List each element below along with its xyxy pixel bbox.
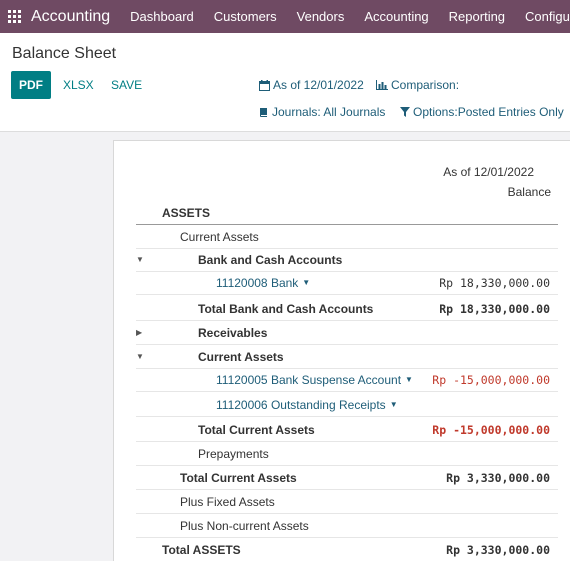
row-amount: Rp 3,330,000.00 [446,470,550,485]
comparison-filter[interactable]: Comparison: [376,78,459,92]
row-amount: Rp -15,000,000.00 [432,422,550,437]
report-row-total-assets: Total ASSETS Rp 3,330,000.00 [136,538,558,561]
row-amount: Rp 18,330,000.00 [439,301,550,316]
account-link[interactable]: 11120008 Bank ▼ [216,276,310,290]
row-label: Plus Non-current Assets [180,518,309,533]
date-filter-label: As of 12/01/2022 [273,78,364,92]
nav-configuration[interactable]: Configuration [515,9,570,24]
balance-column-header: Balance [507,185,551,199]
nav-vendors[interactable]: Vendors [287,9,355,24]
row-label: 11120008 Bank [216,275,299,290]
caret-right-icon[interactable]: ▶ [136,328,142,337]
report-row-account-suspense[interactable]: 11120005 Bank Suspense Account ▼ Rp -15,… [136,368,558,392]
filter-icon [400,107,410,117]
app-title[interactable]: Accounting [31,8,110,26]
row-label: Receivables [198,325,268,340]
options-filter[interactable]: Options:Posted Entries Only [400,105,564,119]
report-row-receivables[interactable]: ▶ Receivables [136,321,558,345]
account-link[interactable]: 11120005 Bank Suspense Account ▼ [216,373,413,387]
book-icon [260,107,267,117]
report-date-header: As of 12/01/2022 [443,165,534,179]
row-label: Current Assets [198,349,284,364]
row-label: Total Current Assets [180,470,297,485]
row-amount: Rp 18,330,000.00 [439,275,550,290]
journals-filter-label: Journals: All Journals [272,105,386,119]
pdf-button[interactable]: PDF [11,71,51,99]
report-row-bank-cash[interactable]: ▼ Bank and Cash Accounts [136,248,558,272]
row-label: Total ASSETS [162,543,241,557]
nav-dashboard[interactable]: Dashboard [120,9,204,24]
row-amount: Rp -15,000,000.00 [432,372,550,387]
top-navbar: Accounting Dashboard Customers Vendors A… [0,0,570,33]
nav-accounting[interactable]: Accounting [354,9,438,24]
row-label: Total Current Assets [198,422,315,437]
nav-reporting[interactable]: Reporting [439,9,515,24]
row-label: Prepayments [198,446,269,461]
row-amount: Rp 3,330,000.00 [446,543,550,557]
caret-down-icon[interactable]: ▼ [136,352,144,361]
report-row-total-current-assets-sub: Total Current Assets Rp -15,000,000.00 [136,418,558,442]
row-label: Current Assets [180,229,259,244]
caret-down-icon[interactable]: ▼ [390,400,398,409]
report-row-assets: ASSETS [136,201,558,225]
bar-chart-icon [376,80,388,90]
balance-sheet-report: As of 12/01/2022 Balance ASSETS Current … [113,140,570,561]
report-row-total-bank-cash: Total Bank and Cash Accounts Rp 18,330,0… [136,297,558,321]
report-row-account-bank[interactable]: 11120008 Bank ▼ Rp 18,330,000.00 [136,271,558,295]
comparison-filter-label: Comparison: [391,78,460,92]
row-label: ASSETS [162,205,211,220]
row-label: Total Bank and Cash Accounts [198,301,374,316]
date-filter[interactable]: As of 12/01/2022 [259,78,364,92]
control-panel: Balance Sheet PDF XLSX SAVE As of 12/01/… [0,33,570,132]
report-row-total-current-assets: Total Current Assets Rp 3,330,000.00 [136,466,558,490]
caret-down-icon[interactable]: ▼ [405,375,413,384]
row-label: Plus Fixed Assets [180,494,275,509]
nav-customers[interactable]: Customers [204,9,287,24]
xlsx-button[interactable]: XLSX [63,71,94,99]
caret-down-icon[interactable]: ▼ [302,278,310,287]
report-row-fixed-assets: Plus Fixed Assets [136,490,558,514]
row-label: 11120005 Bank Suspense Account [216,372,402,387]
report-row-account-outstanding[interactable]: 11120006 Outstanding Receipts ▼ [136,393,558,417]
caret-down-icon[interactable]: ▼ [136,255,144,264]
row-label: Bank and Cash Accounts [198,252,343,267]
page-title: Balance Sheet [12,45,117,62]
save-button[interactable]: SAVE [111,71,142,99]
options-filter-label: Options:Posted Entries Only [413,105,564,119]
account-link[interactable]: 11120006 Outstanding Receipts ▼ [216,398,398,412]
apps-grid-icon[interactable] [8,10,21,23]
report-row-current-assets: Current Assets [136,225,558,249]
row-label: 11120006 Outstanding Receipts [216,397,386,412]
journals-filter[interactable]: Journals: All Journals [259,105,385,119]
report-row-noncurrent-assets: Plus Non-current Assets [136,514,558,538]
report-row-prepayments: Prepayments [136,442,558,466]
calendar-icon [259,79,270,91]
report-row-current-assets-sub[interactable]: ▼ Current Assets [136,345,558,369]
